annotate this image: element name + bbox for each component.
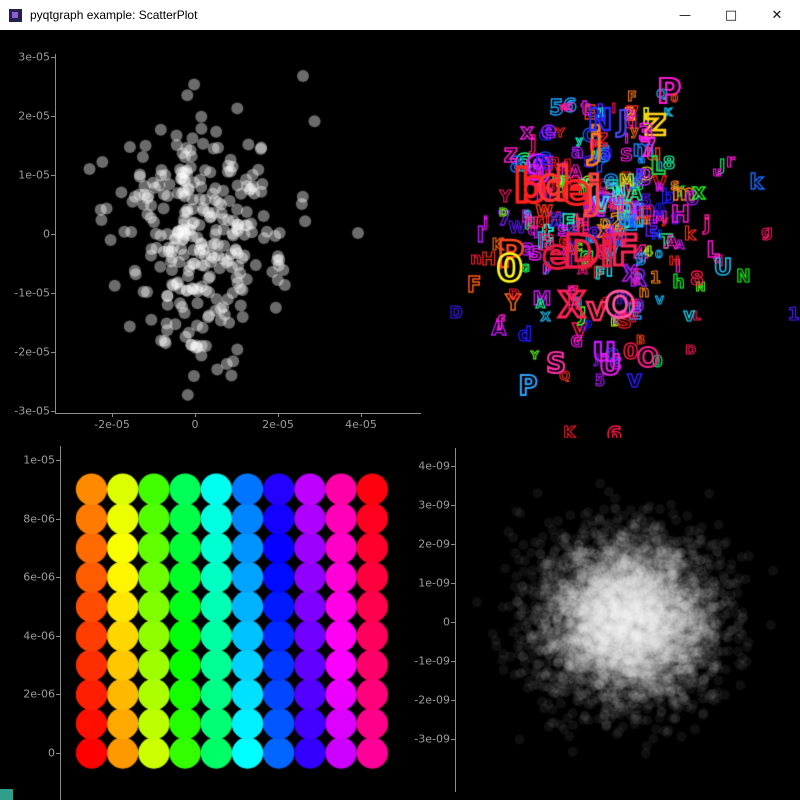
window-controls: — □ ✕ <box>662 0 800 30</box>
scatter-plots-canvas[interactable] <box>0 0 800 800</box>
maximize-button[interactable]: □ <box>708 0 754 30</box>
close-button[interactable]: ✕ <box>754 0 800 30</box>
window-icon <box>9 8 22 22</box>
minimize-button[interactable]: — <box>662 0 708 30</box>
app-window: 3e-05 2e-05 1e-05 0 -1e-05 -2e-05 -3e-05 -2e-05… <box>0 0 800 800</box>
window-title: pyqtgraph example: ScatterPlot <box>30 8 198 22</box>
titlebar[interactable]: pyqtgraph example: ScatterPlot — □ ✕ <box>0 0 800 30</box>
desktop-corner-fragment <box>0 789 13 800</box>
window-icon-glyph <box>12 11 18 18</box>
